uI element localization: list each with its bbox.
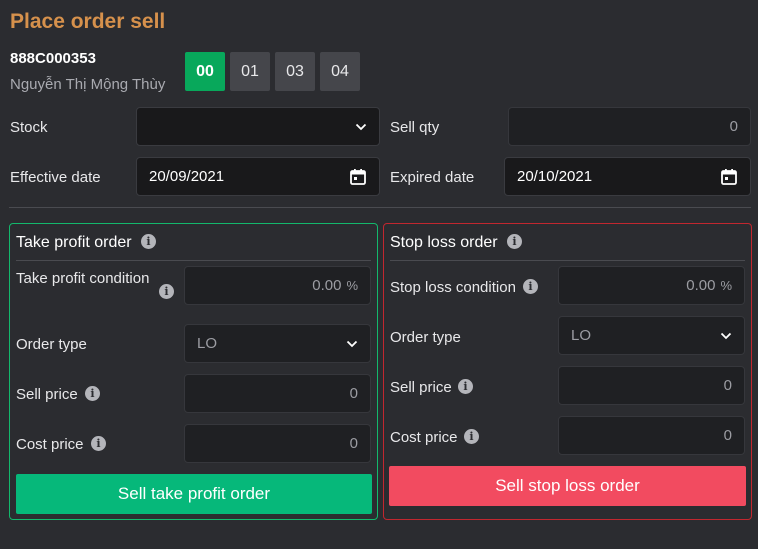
percent-unit: %: [720, 278, 732, 293]
panel-divider: [16, 260, 371, 261]
effective-date-label: Effective date: [10, 169, 101, 186]
stop-loss-header: Stop loss order: [390, 234, 498, 251]
take-profit-sell-price-value: 0: [349, 385, 358, 402]
section-divider: [9, 207, 751, 208]
chevron-down-icon: [720, 330, 732, 342]
calendar-icon[interactable]: [720, 168, 738, 186]
take-profit-order-type-select[interactable]: LO: [184, 324, 371, 363]
take-profit-condition-value: 0.00: [312, 277, 342, 294]
stop-loss-condition-input[interactable]: 0.00 %: [558, 266, 745, 305]
stock-label: Stock: [10, 119, 48, 136]
take-profit-header: Take profit order: [16, 234, 132, 251]
info-icon[interactable]: i: [85, 386, 100, 401]
stop-loss-cost-price-input[interactable]: 0: [558, 416, 745, 455]
stop-loss-order-type-value: LO: [571, 327, 592, 344]
take-profit-cost-price-value: 0: [349, 435, 358, 452]
take-profit-condition-label: Take profit condition: [16, 270, 150, 287]
sell-qty-label: Sell qty: [390, 119, 440, 136]
info-icon[interactable]: i: [91, 436, 106, 451]
account-holder-name: Nguyễn Thị Mộng Thùy: [10, 76, 166, 93]
effective-date-value: 20/09/2021: [149, 168, 225, 185]
sub-account-tabs: 00 01 03 04: [185, 52, 360, 91]
stop-loss-cost-price-value: 0: [723, 427, 732, 444]
stop-loss-sell-price-value: 0: [723, 377, 732, 394]
chevron-down-icon: [355, 121, 367, 133]
expired-date-label: Expired date: [390, 169, 475, 186]
panel-divider: [390, 260, 745, 261]
sub-account-tab-01[interactable]: 01: [230, 52, 270, 91]
info-icon[interactable]: i: [141, 234, 156, 249]
page-title: Place order sell: [10, 10, 166, 33]
stop-loss-sell-price-label: Sell price: [390, 379, 452, 396]
expired-date-input[interactable]: 20/10/2021: [504, 157, 751, 196]
info-icon[interactable]: i: [507, 234, 522, 249]
stop-loss-condition-label: Stop loss condition: [390, 279, 516, 296]
info-icon[interactable]: i: [458, 379, 473, 394]
take-profit-cost-price-label: Cost price: [16, 436, 84, 453]
account-number: 888C000353: [10, 50, 96, 67]
info-icon[interactable]: i: [464, 429, 479, 444]
effective-date-input[interactable]: 20/09/2021: [136, 157, 380, 196]
sell-qty-value: 0: [729, 118, 738, 135]
chevron-down-icon: [346, 338, 358, 350]
stop-loss-condition-value: 0.00: [686, 277, 716, 294]
take-profit-order-type-value: LO: [197, 335, 218, 352]
stock-select[interactable]: [136, 107, 380, 146]
stop-loss-order-type-label: Order type: [390, 329, 461, 346]
stop-loss-sell-price-input[interactable]: 0: [558, 366, 745, 405]
take-profit-cost-price-input[interactable]: 0: [184, 424, 371, 463]
sell-stop-loss-button[interactable]: Sell stop loss order: [389, 466, 746, 506]
expired-date-value: 20/10/2021: [517, 168, 593, 185]
info-icon[interactable]: i: [523, 279, 538, 294]
sub-account-tab-04[interactable]: 04: [320, 52, 360, 91]
calendar-icon[interactable]: [349, 168, 367, 186]
stop-loss-cost-price-label: Cost price: [390, 429, 458, 446]
take-profit-order-type-label: Order type: [16, 336, 87, 353]
info-icon[interactable]: i: [159, 284, 174, 299]
stop-loss-order-type-select[interactable]: LO: [558, 316, 745, 355]
sell-qty-input[interactable]: 0: [508, 107, 751, 146]
sell-take-profit-button[interactable]: Sell take profit order: [16, 474, 372, 514]
take-profit-sell-price-input[interactable]: 0: [184, 374, 371, 413]
sub-account-tab-03[interactable]: 03: [275, 52, 315, 91]
percent-unit: %: [346, 278, 358, 293]
take-profit-condition-input[interactable]: 0.00 %: [184, 266, 371, 305]
take-profit-sell-price-label: Sell price: [16, 386, 78, 403]
sub-account-tab-00[interactable]: 00: [185, 52, 225, 91]
